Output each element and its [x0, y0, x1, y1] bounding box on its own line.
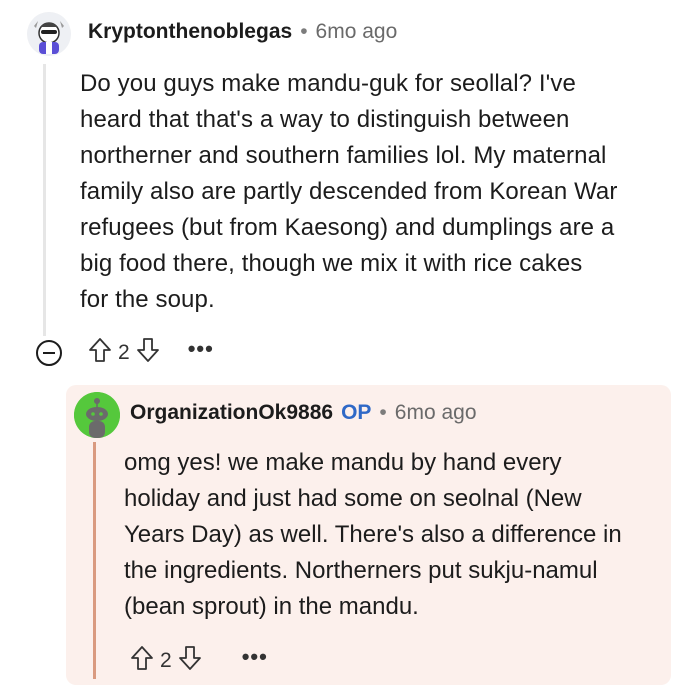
more-options-icon[interactable]: •••	[242, 645, 268, 670]
thread-line	[43, 64, 46, 336]
comment-body: Do you guys make mandu-guk for seollal? …	[80, 70, 618, 313]
reply-timestamp: 6mo ago	[394, 401, 477, 424]
reply-vote-group: 2	[130, 645, 202, 676]
reply-username[interactable]: OrganizationOk9886	[130, 401, 333, 425]
collapse-icon[interactable]	[36, 339, 62, 366]
snoo-avatar-icon[interactable]	[74, 392, 120, 438]
reply-header: OrganizationOk9886 OP • 6mo ago	[130, 401, 477, 425]
reply-thread-line	[93, 442, 96, 679]
username[interactable]: Kryptonthenoblegas	[88, 20, 292, 44]
vote-group: 2	[88, 337, 160, 368]
reply-vote-count: 2	[160, 648, 172, 672]
user-avatar-icon[interactable]	[27, 12, 71, 56]
upvote-icon[interactable]	[130, 645, 154, 676]
separator-dot: •	[379, 401, 387, 424]
downvote-icon[interactable]	[178, 645, 202, 676]
reply-actions: 2 •••	[130, 645, 268, 676]
downvote-icon[interactable]	[136, 337, 160, 368]
comment-header: Kryptonthenoblegas • 6mo ago	[88, 20, 397, 44]
reply-body: omg yes! we make mandu by hand every hol…	[124, 449, 622, 620]
vote-count: 2	[118, 340, 130, 364]
more-options-icon[interactable]: •••	[188, 337, 214, 362]
op-badge: OP	[341, 401, 372, 424]
separator-dot: •	[300, 20, 308, 43]
timestamp: 6mo ago	[315, 20, 398, 43]
comment-actions: 2 •••	[36, 337, 214, 368]
upvote-icon[interactable]	[88, 337, 112, 368]
